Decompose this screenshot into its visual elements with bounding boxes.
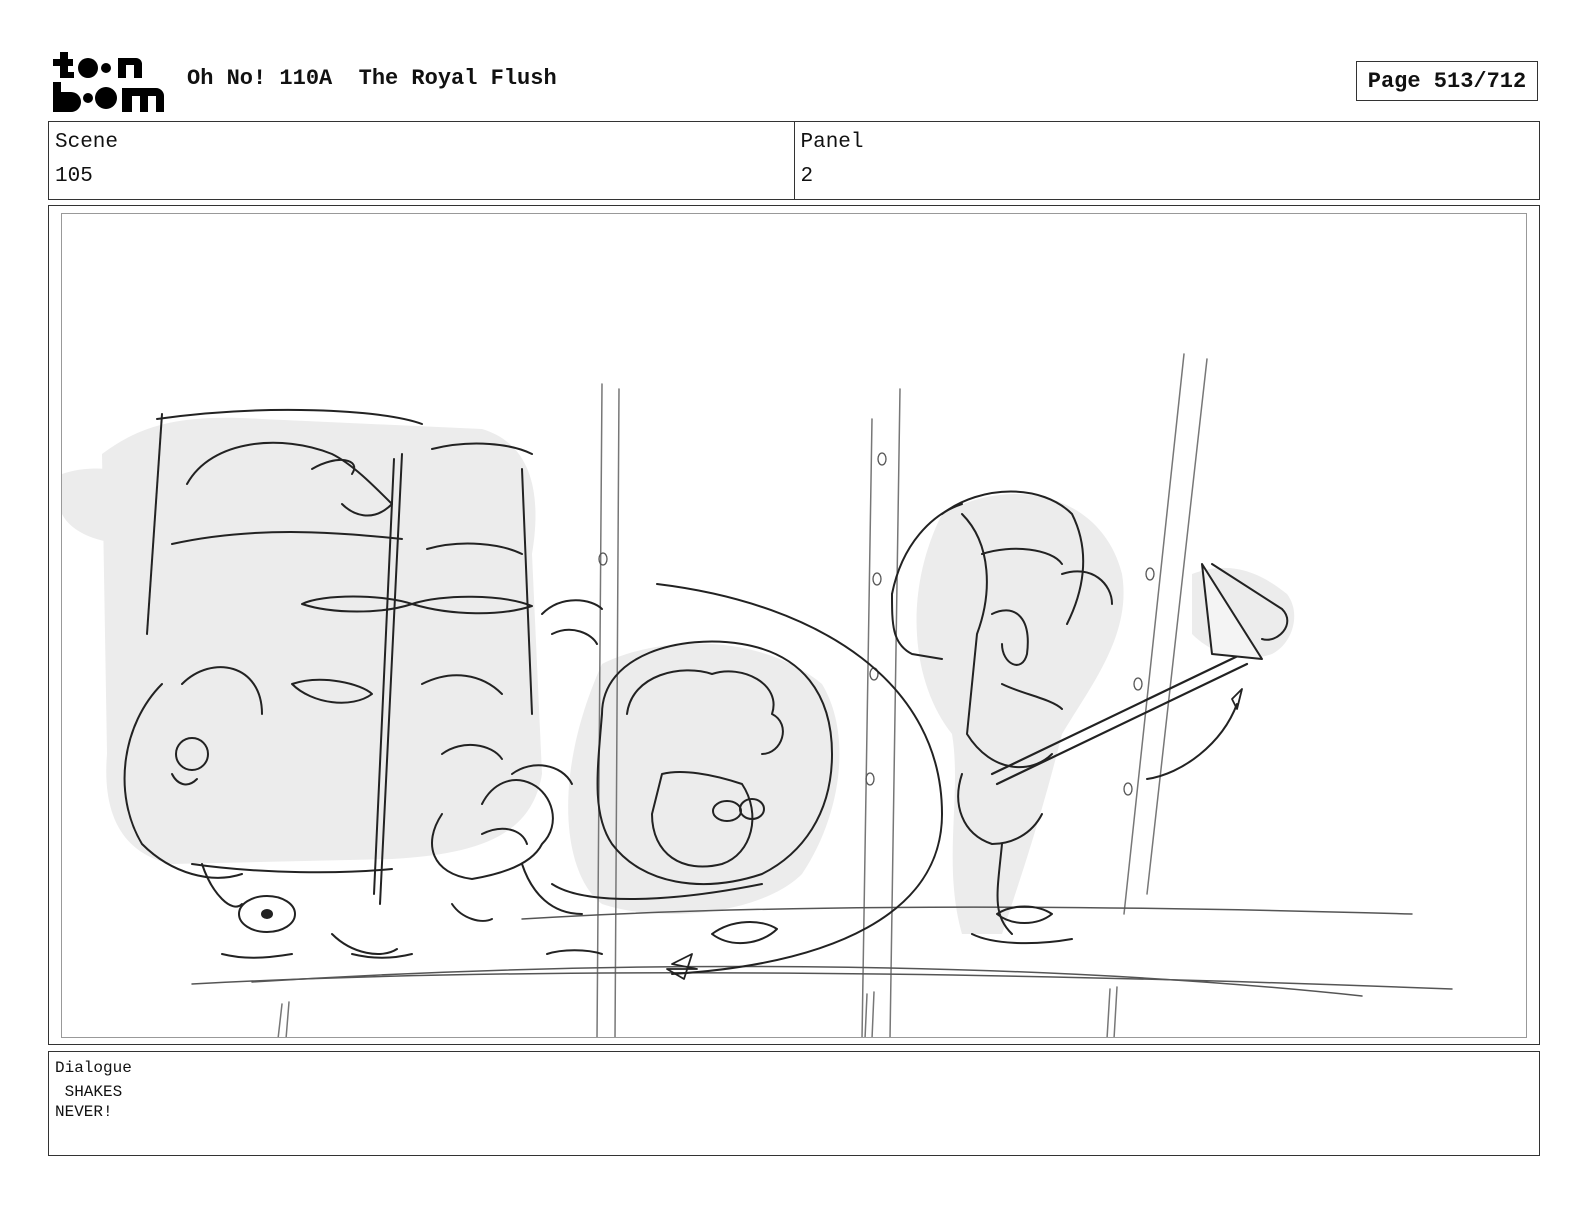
scene-label: Scene — [55, 131, 119, 154]
panel-cell: Panel 2 — [793, 122, 1540, 199]
panel-value: 2 — [800, 165, 814, 188]
dialogue-label: Dialogue — [55, 1059, 132, 1077]
dialogue-box: Dialogue SHAKES NEVER! — [48, 1051, 1540, 1156]
dialogue-text: SHAKES NEVER! — [55, 1083, 123, 1121]
document-title: Oh No! 110A The Royal Flush — [187, 66, 557, 91]
storyboard-panel — [48, 205, 1540, 1045]
scene-value: 105 — [55, 165, 93, 188]
page-number: Page 513/712 — [1356, 61, 1538, 101]
scene-panel-table: Scene 105 Panel 2 — [48, 121, 1540, 200]
panel-artwork — [61, 213, 1527, 1038]
toon-boom-logo — [50, 50, 165, 112]
scene-cell: Scene 105 — [49, 122, 794, 199]
panel-label: Panel — [800, 131, 864, 154]
